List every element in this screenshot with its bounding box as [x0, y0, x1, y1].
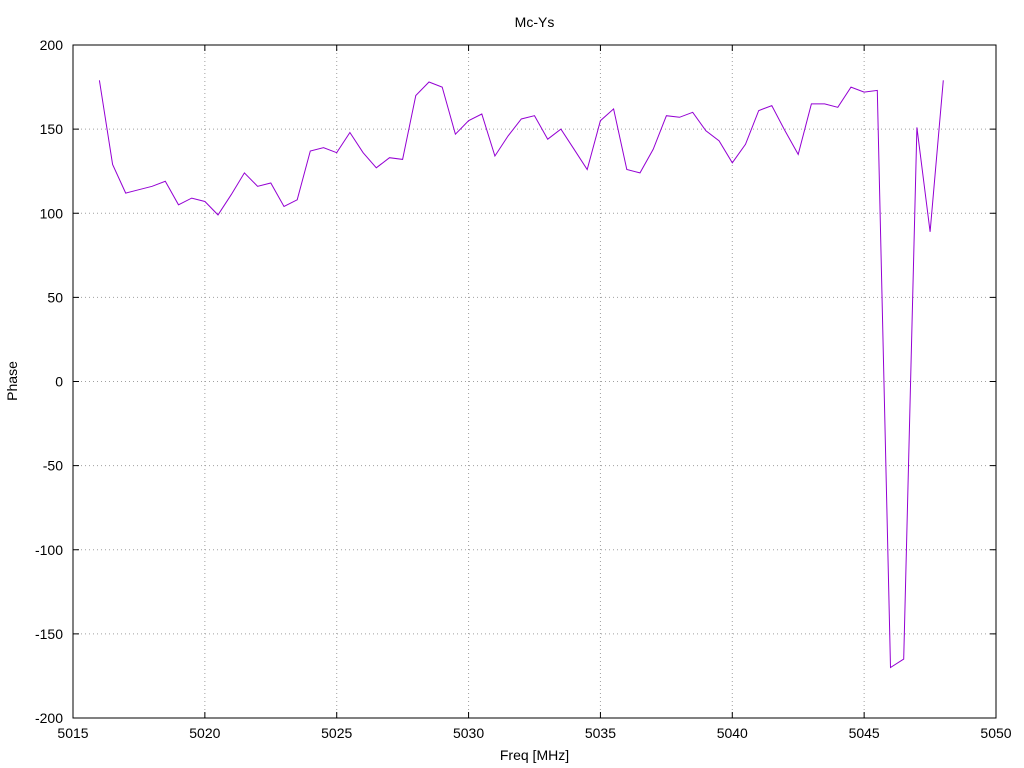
- y-tick-label: -100: [35, 542, 63, 558]
- x-tick-label: 5045: [849, 725, 880, 741]
- y-tick-label: 100: [40, 205, 64, 221]
- phase-chart: 5015 5020 5025 5030 5035 5040 5045 5050 -200 -150…: [0, 0, 1024, 768]
- chart-title: Mc-Ys: [515, 14, 555, 30]
- x-tick-label: 5030: [453, 725, 484, 741]
- x-tick-label: 5015: [57, 725, 88, 741]
- x-tick-label: 5035: [585, 725, 616, 741]
- y-axis-label: Phase: [4, 361, 20, 401]
- y-tick-label: 0: [55, 374, 63, 390]
- y-tick-label: -150: [35, 626, 63, 642]
- y-tick-label: -50: [43, 458, 63, 474]
- y-tick-label: -200: [35, 710, 63, 726]
- y-tick-label: 200: [40, 37, 64, 53]
- y-tick-label: 50: [47, 289, 63, 305]
- x-tick-label: 5050: [980, 725, 1011, 741]
- x-axis-label: Freq [MHz]: [500, 747, 569, 763]
- y-tick-label: 150: [40, 121, 64, 137]
- x-tick-label: 5020: [189, 725, 220, 741]
- x-tick-label: 5040: [717, 725, 748, 741]
- plot-background: [0, 0, 1024, 768]
- x-tick-label: 5025: [321, 725, 352, 741]
